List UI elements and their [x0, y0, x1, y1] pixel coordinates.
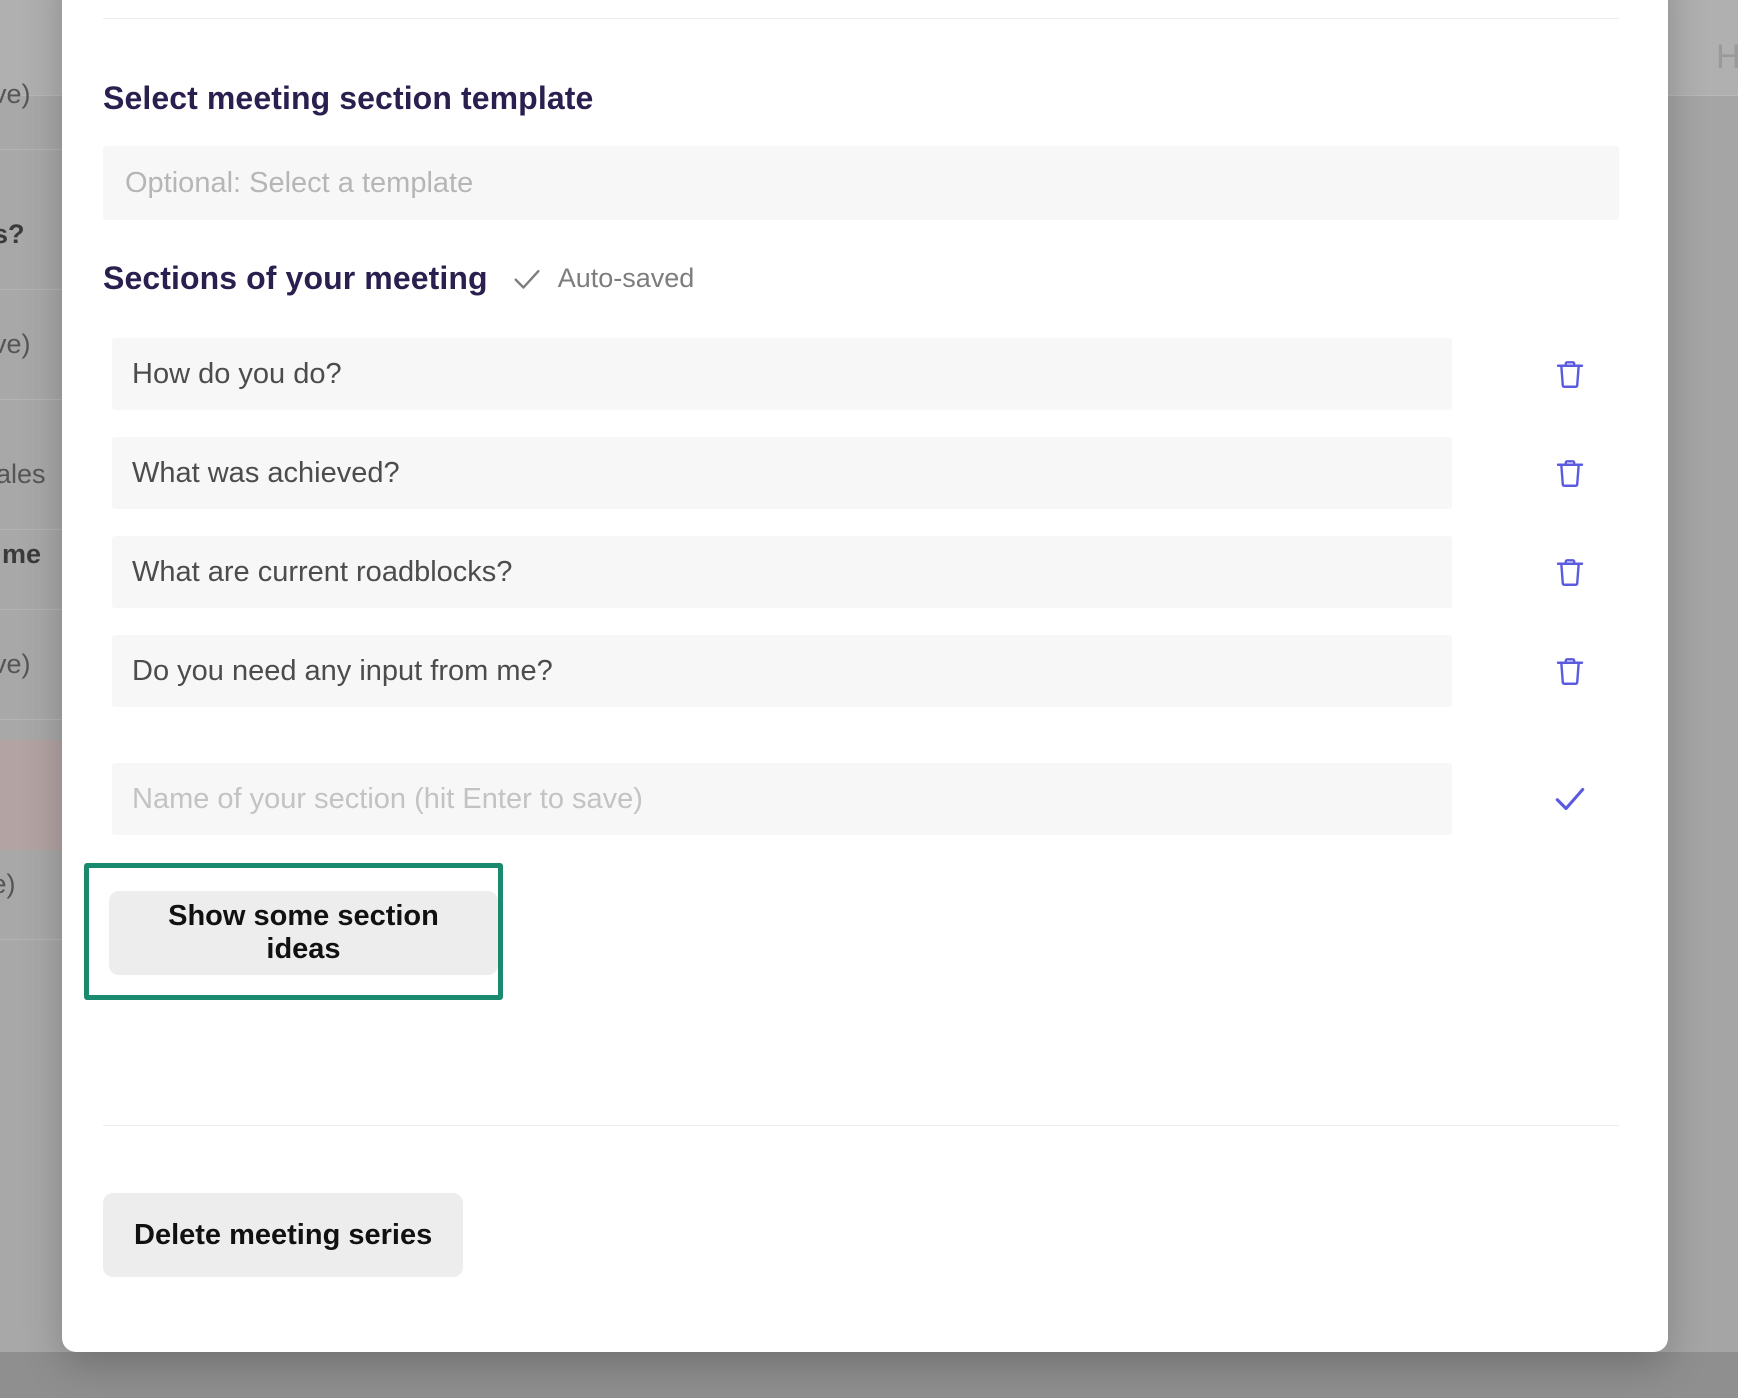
check-icon	[510, 262, 544, 296]
ideas-button-highlight: Show some section ideas	[84, 863, 503, 1000]
background-bottom-strip	[0, 1352, 1738, 1398]
sections-heading: Sections of your meeting	[103, 260, 488, 297]
delete-meeting-series-button[interactable]: Delete meeting series	[103, 1193, 463, 1277]
trash-icon[interactable]	[1540, 641, 1600, 701]
background-row-text: ve)	[0, 869, 16, 900]
autosaved-label: Auto-saved	[558, 263, 695, 294]
meeting-sections-modal: Select meeting section template Optional…	[62, 0, 1668, 1352]
section-row: How do you do?	[62, 338, 1668, 437]
bottom-divider	[103, 1125, 1619, 1126]
section-row: What was achieved?	[62, 437, 1668, 536]
background-row-text: Sales	[0, 459, 46, 490]
sections-list: How do you do? What was achieved? What are…	[62, 338, 1668, 862]
trash-icon[interactable]	[1540, 542, 1600, 602]
section-name-input[interactable]: What are current roadblocks?	[112, 536, 1452, 608]
template-select-field[interactable]: Optional: Select a template	[103, 146, 1619, 220]
background-row-text: n me	[0, 539, 41, 570]
sections-heading-row: Sections of your meeting Auto-saved	[103, 260, 694, 297]
section-row: What are current roadblocks?	[62, 536, 1668, 635]
background-row-text: ave)	[0, 79, 31, 110]
section-name-input[interactable]: How do you do?	[112, 338, 1452, 410]
new-section-input[interactable]: Name of your section (hit Enter to save)	[112, 763, 1452, 835]
new-section-row: Name of your section (hit Enter to save)	[62, 763, 1668, 862]
select-template-heading: Select meeting section template	[103, 80, 593, 117]
section-name-input[interactable]: What was achieved?	[112, 437, 1452, 509]
background-row-text: ave)	[0, 329, 31, 360]
background-row-text: ave)	[0, 649, 31, 680]
section-name-input[interactable]: Do you need any input from me?	[112, 635, 1452, 707]
trash-icon[interactable]	[1540, 344, 1600, 404]
background-row-text: ks?	[0, 219, 25, 250]
section-row: Do you need any input from me?	[62, 635, 1668, 734]
trash-icon[interactable]	[1540, 443, 1600, 503]
top-divider	[103, 18, 1619, 19]
background-right-panel	[1668, 96, 1738, 1398]
show-section-ideas-button[interactable]: Show some section ideas	[109, 891, 498, 975]
confirm-check-icon[interactable]	[1540, 769, 1600, 829]
template-select-placeholder: Optional: Select a template	[125, 167, 473, 200]
